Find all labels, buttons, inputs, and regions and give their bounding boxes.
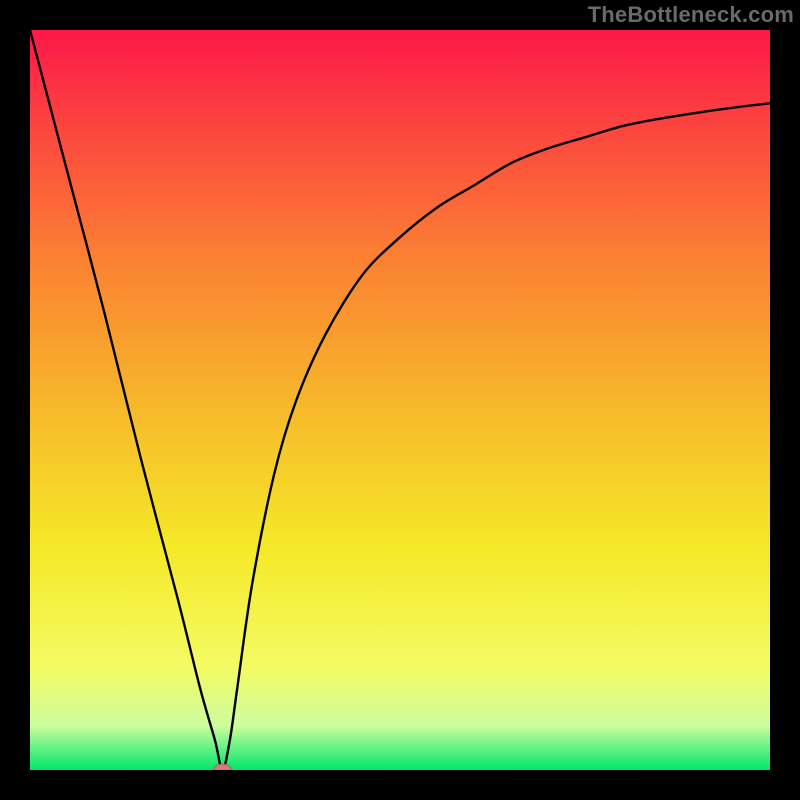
gradient-background (30, 30, 770, 770)
watermark-text: TheBottleneck.com (588, 2, 794, 28)
plot-svg (30, 30, 770, 770)
plot-area (30, 30, 770, 770)
chart-frame: TheBottleneck.com (0, 0, 800, 800)
